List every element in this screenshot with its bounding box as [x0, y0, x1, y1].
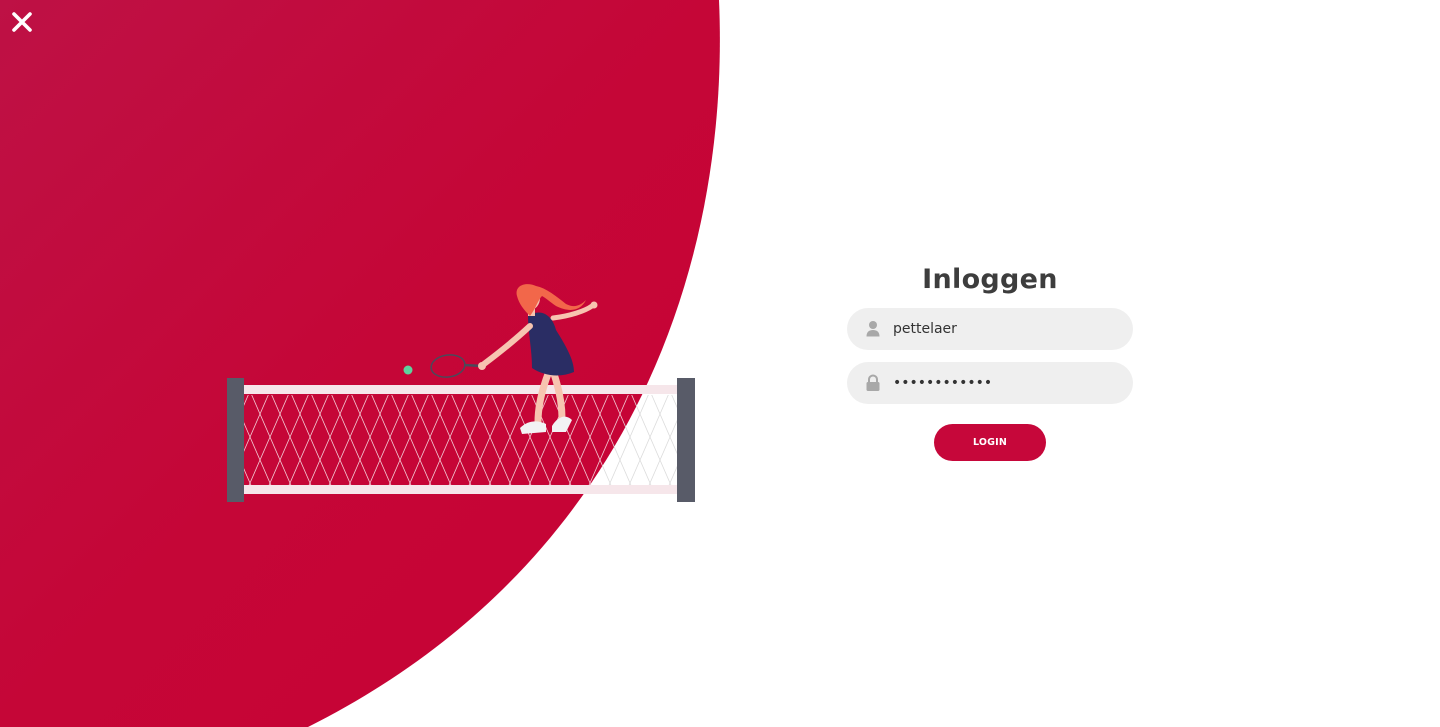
tennis-ball: [403, 365, 413, 375]
close-icon: [12, 12, 32, 32]
login-form: Inloggen LOGIN: [847, 258, 1133, 461]
username-input[interactable]: [893, 308, 1113, 350]
close-button[interactable]: [8, 8, 36, 36]
racket: [430, 354, 483, 378]
net-post-left: [227, 378, 244, 502]
username-field[interactable]: [847, 308, 1133, 350]
tennis-player-illustration: [227, 284, 695, 502]
net-top-band: [242, 385, 680, 394]
lock-icon: [866, 374, 880, 391]
user-icon: [866, 321, 880, 337]
password-field[interactable]: [847, 362, 1133, 404]
red-background-shape: [0, 0, 720, 727]
login-title: Inloggen: [922, 264, 1058, 295]
login-button[interactable]: LOGIN: [934, 424, 1046, 461]
net-bottom-band: [242, 485, 680, 494]
login-page: Inloggen LOGIN: [0, 0, 1440, 727]
password-input[interactable]: [893, 362, 1113, 404]
net-post-right: [677, 378, 695, 502]
